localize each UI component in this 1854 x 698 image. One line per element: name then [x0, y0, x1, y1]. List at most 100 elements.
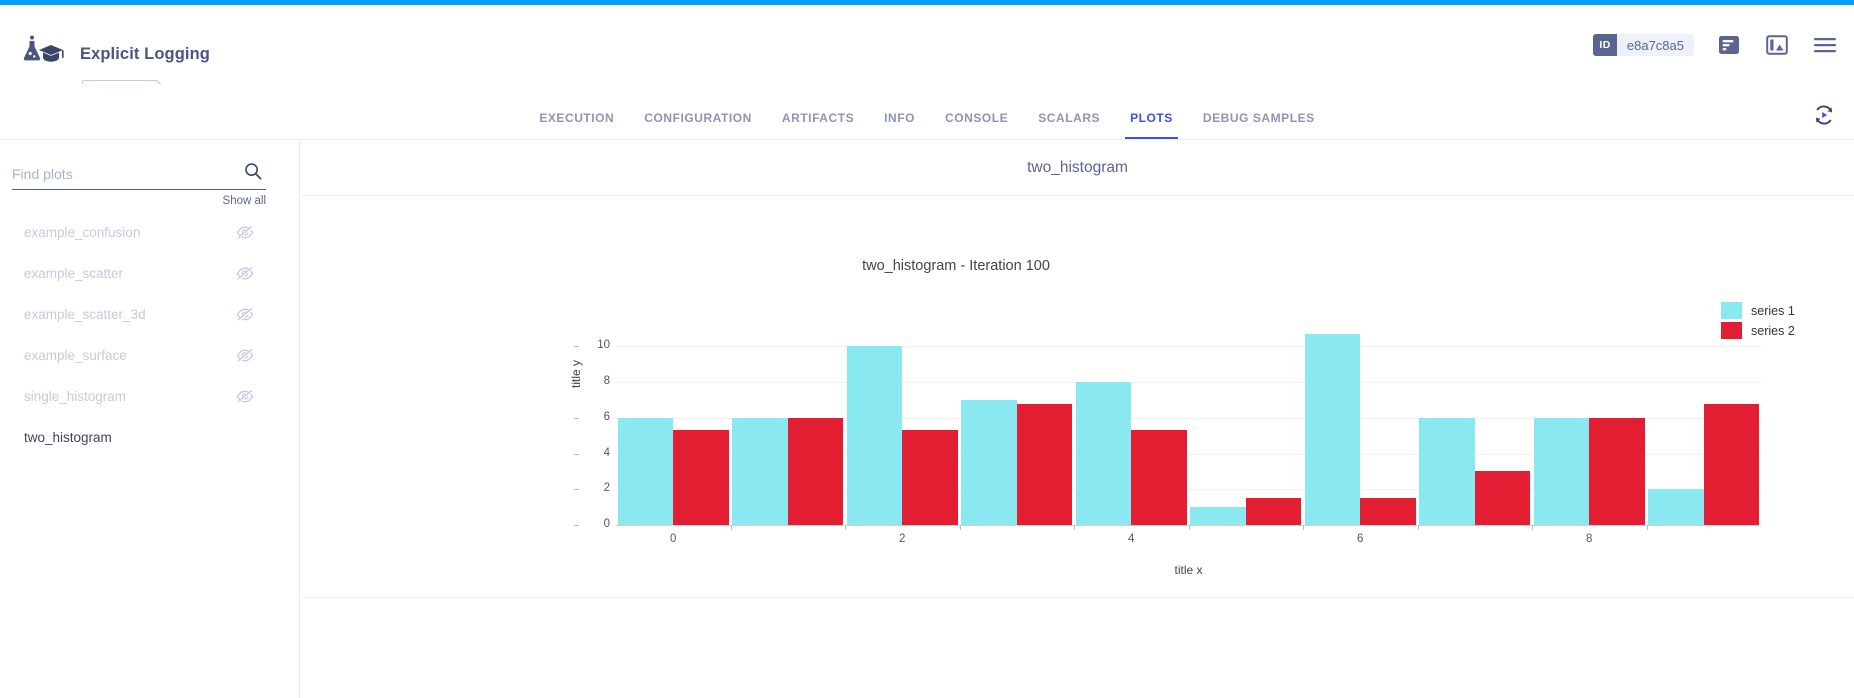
chart-y-tick-mark: [574, 346, 579, 348]
chart-x-tick-mark: [1188, 525, 1190, 530]
tab-info[interactable]: INFO: [869, 111, 930, 139]
chart-y-tick-mark: [574, 453, 579, 455]
chart-x-tick-mark: [1417, 525, 1419, 530]
plot-card-placeholder: [301, 598, 1854, 698]
tab-configuration[interactable]: CONFIGURATION: [629, 111, 767, 139]
chart-bar[interactable]: [1016, 403, 1073, 525]
chart-bar[interactable]: [1533, 417, 1590, 525]
legend-label: series 1: [1751, 303, 1795, 318]
search-field-wrapper: [12, 158, 266, 190]
chart-bar[interactable]: [961, 400, 1017, 525]
chart-y-tick-mark: [574, 382, 579, 384]
search-input[interactable]: [12, 161, 232, 186]
main-tab-bar: EXECUTION CONFIGURATION ARTIFACTS INFO CONSO…: [0, 84, 1854, 140]
chart-bar[interactable]: [673, 430, 729, 525]
chart-x-axis-label: title x: [1174, 563, 1203, 577]
chart-x-tick-mark: [1646, 525, 1648, 530]
task-id-value: e8a7c8a5: [1626, 37, 1684, 53]
eye-off-icon[interactable]: [234, 307, 256, 322]
task-id-label: ID: [1593, 34, 1617, 56]
plots-sidebar: Show all example_confusion example_scatte…: [0, 140, 300, 698]
eye-off-icon[interactable]: [234, 389, 256, 404]
tab-label: CONFIGURATION: [644, 111, 752, 125]
page-title: Explicit Logging: [80, 45, 210, 63]
plot-list-item-label: example_scatter_3d: [24, 307, 146, 322]
chart-x-tick-mark: [1074, 525, 1075, 530]
chart-x-tick-mark: [730, 525, 732, 530]
chart-bar[interactable]: [617, 417, 674, 525]
plot-list: example_confusion example_scatter example_…: [0, 212, 300, 458]
search-icon[interactable]: [244, 162, 262, 180]
task-id-chip[interactable]: ID e8a7c8a5: [1593, 34, 1694, 56]
plot-list-item[interactable]: example_scatter_3d: [0, 294, 300, 335]
chart-x-tick-mark: [1303, 525, 1304, 530]
chart-y-tick-label: 0: [574, 518, 610, 530]
plot-list-item[interactable]: example_confusion: [0, 212, 300, 253]
plot-list-item-label: two_histogram: [24, 430, 112, 445]
legend-swatch: [1721, 302, 1742, 319]
chart-bar[interactable]: [1304, 333, 1361, 525]
chart-x-tick-mark: [959, 525, 961, 530]
chart-bar[interactable]: [846, 346, 903, 525]
plot-list-item-label: single_histogram: [24, 389, 127, 404]
main-content: two_histogram two_histogram - Iteration …: [301, 140, 1854, 698]
chart-x-tick-label: 6: [1357, 533, 1364, 545]
plot-list-item[interactable]: example_surface: [0, 335, 300, 376]
chart-plot-area[interactable]: 0 2 4 6 8 10 0 2 4 6 8: [574, 325, 1761, 545]
chart-bar[interactable]: [787, 417, 844, 525]
eye-off-icon[interactable]: [234, 266, 256, 281]
plot-list-item[interactable]: two_histogram: [0, 417, 300, 458]
chart-bar[interactable]: [1190, 507, 1246, 525]
tab-artifacts[interactable]: ARTIFACTS: [767, 111, 869, 139]
eye-off-icon[interactable]: [234, 225, 256, 240]
chart-bar[interactable]: [1360, 498, 1416, 525]
chart-gridline: [616, 382, 1761, 384]
plot-list-item[interactable]: example_scatter: [0, 253, 300, 294]
chart-bar[interactable]: [1648, 489, 1704, 525]
chart-bar[interactable]: [1419, 417, 1475, 525]
chart-title: two_histogram - Iteration 100: [862, 258, 1050, 274]
chart-bar[interactable]: [1075, 382, 1132, 525]
show-all-link[interactable]: Show all: [223, 195, 266, 207]
chart-x-tick-label: 2: [899, 533, 906, 545]
split-layout-icon[interactable]: [1764, 33, 1790, 57]
chart-x-tick-label: 4: [1128, 533, 1135, 545]
tab-label: INFO: [884, 111, 916, 125]
chart-gridline: [616, 346, 1761, 348]
legend-item[interactable]: series 1: [1721, 302, 1795, 319]
chart-bar[interactable]: [732, 417, 788, 525]
chart-y-tick-mark: [574, 417, 579, 419]
eye-off-icon[interactable]: [234, 348, 256, 363]
plot-list-item[interactable]: single_histogram: [0, 376, 300, 417]
tab-label: DEBUG SAMPLES: [1202, 111, 1315, 125]
flask-graduation-icon: [18, 35, 64, 69]
tab-debug-samples[interactable]: DEBUG SAMPLES: [1188, 111, 1330, 139]
chart-bar[interactable]: [1589, 417, 1645, 525]
tab-console[interactable]: CONSOLE: [930, 111, 1023, 139]
auto-refresh-icon[interactable]: [1812, 103, 1836, 127]
chart-bar[interactable]: [1703, 403, 1760, 525]
chart-y-tick-label: 10: [574, 339, 610, 351]
tab-execution[interactable]: EXECUTION: [524, 111, 629, 139]
plot-list-item-label: example_scatter: [24, 266, 124, 281]
page-header: Explicit Logging + ADD TAG ID e8a7c8a5: [0, 5, 1854, 97]
plot-card: two_histogram - Iteration 100 series 1 se…: [301, 196, 1854, 598]
chart-x-tick-mark: [1532, 525, 1533, 530]
chart-bar[interactable]: [1131, 430, 1187, 525]
tab-label: ARTIFACTS: [781, 111, 855, 125]
hamburger-menu-icon[interactable]: [1812, 33, 1838, 57]
plot-panel-title: two_histogram: [301, 140, 1854, 196]
chart-y-tick-label: 6: [574, 411, 610, 423]
chart-y-tick-label: 8: [574, 375, 610, 387]
tab-plots[interactable]: PLOTS: [1115, 111, 1188, 139]
chart-bar[interactable]: [902, 430, 958, 525]
chart-bar[interactable]: [1474, 471, 1531, 525]
tab-scalars[interactable]: SCALARS: [1023, 111, 1115, 139]
chart-bar[interactable]: [1245, 498, 1302, 525]
chart-x-tick-mark: [845, 525, 846, 530]
compare-bars-icon[interactable]: [1716, 33, 1742, 57]
tab-label: CONSOLE: [945, 111, 1009, 125]
tab-label: PLOTS: [1130, 111, 1173, 125]
chart-x-tick-label: 0: [670, 533, 677, 545]
chart-y-tick-label: 4: [574, 447, 610, 459]
